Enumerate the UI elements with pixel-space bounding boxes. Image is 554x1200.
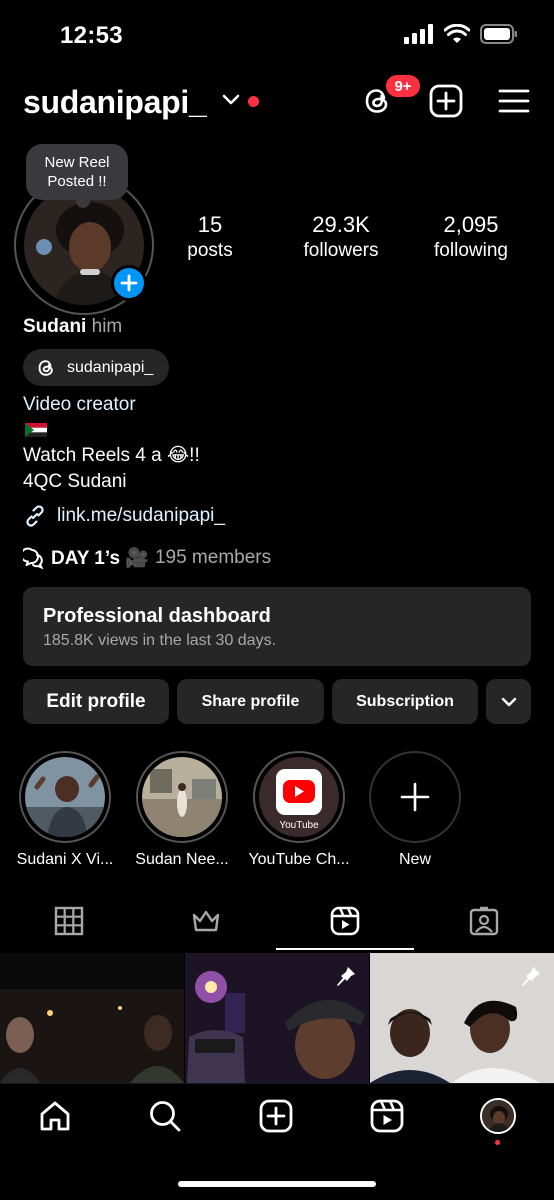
highlight-item[interactable]: YouTube YouTube Ch... bbox=[248, 751, 350, 869]
create-icon[interactable] bbox=[259, 1099, 293, 1133]
reel-thumbnail[interactable] bbox=[0, 953, 184, 1083]
highlight-label: Sudan Nee... bbox=[135, 851, 229, 868]
threads-small-icon bbox=[38, 359, 53, 376]
dashboard-subtitle: 185.8K views in the last 30 days. bbox=[43, 632, 277, 649]
bio-link-text: link.me/sudanipapi_ bbox=[57, 505, 225, 526]
new-highlight[interactable]: New bbox=[369, 751, 461, 869]
note-line-1: New Reel bbox=[44, 154, 110, 171]
note-line-2: Posted !! bbox=[47, 173, 107, 190]
new-highlight-ring bbox=[369, 751, 461, 843]
bio-link[interactable]: link.me/sudanipapi_ bbox=[23, 504, 225, 528]
highlight-ring bbox=[136, 751, 228, 843]
professional-dashboard[interactable]: Professional dashboard 185.8K views in t… bbox=[23, 587, 531, 666]
youtube-highlight-caption: YouTube bbox=[279, 820, 319, 831]
account-username[interactable]: sudanipapi_ bbox=[23, 84, 207, 121]
sudan-flag-emoji bbox=[25, 423, 47, 437]
stat-posts-value: 15 bbox=[197, 212, 223, 237]
profile-category: Video creator bbox=[23, 394, 136, 415]
stat-following-value: 2,095 bbox=[443, 212, 499, 237]
note-tail bbox=[76, 194, 90, 208]
bio-line-4qc: 4QC Sudani bbox=[23, 471, 127, 492]
bio-line-watch: Watch Reels 4 a 😂!! bbox=[23, 445, 200, 466]
grid-tab-icon[interactable] bbox=[54, 906, 84, 936]
highlight-ring: YouTube bbox=[253, 751, 345, 843]
stat-followers-value: 29.3K bbox=[312, 212, 370, 237]
dashboard-title: Professional dashboard bbox=[43, 605, 271, 627]
home-icon[interactable] bbox=[38, 1099, 72, 1133]
link-icon bbox=[26, 505, 44, 527]
highlight-item[interactable]: Sudan Nee... bbox=[135, 751, 229, 869]
highlight-ring bbox=[19, 751, 111, 843]
create-post-icon[interactable] bbox=[429, 84, 463, 118]
edit-profile-button[interactable]: Edit profile bbox=[23, 679, 169, 724]
plus-icon bbox=[400, 782, 430, 812]
suggested-people-button[interactable] bbox=[486, 679, 531, 724]
cellular-signal-icon bbox=[404, 24, 433, 44]
display-name: Sudani bbox=[23, 316, 87, 337]
unread-dot bbox=[248, 96, 259, 107]
highlight-label: Sudani X Vi... bbox=[16, 851, 114, 868]
plus-icon bbox=[120, 274, 138, 292]
channel-name: DAY 1’s 🎥 bbox=[51, 548, 149, 569]
stat-following-label: following bbox=[434, 240, 508, 261]
active-tab-indicator bbox=[276, 948, 414, 950]
add-story-button[interactable] bbox=[111, 265, 147, 301]
highlight-label: YouTube Ch... bbox=[248, 851, 350, 868]
reel-thumbnail-pinned[interactable] bbox=[185, 953, 369, 1083]
stat-followers-label: followers bbox=[303, 240, 379, 261]
new-highlight-label: New bbox=[398, 851, 431, 868]
channel-members: 195 members bbox=[154, 547, 272, 568]
stat-followers[interactable]: 29.3K followers bbox=[281, 212, 401, 262]
chevron-down-icon bbox=[501, 697, 516, 706]
pronouns: him bbox=[91, 316, 123, 337]
status-time: 12:53 bbox=[60, 22, 123, 49]
profile-note[interactable]: New Reel Posted !! bbox=[26, 144, 128, 200]
stat-following[interactable]: 2,095 following bbox=[411, 212, 531, 262]
highlight-cover: YouTube bbox=[259, 757, 339, 837]
stat-posts-label: posts bbox=[187, 240, 233, 261]
highlight-cover bbox=[142, 757, 222, 837]
subscriptions-tab-icon[interactable] bbox=[191, 906, 221, 936]
stat-posts[interactable]: 15 posts bbox=[150, 212, 270, 262]
reel-thumbnail-image bbox=[0, 953, 184, 1083]
threads-handle: sudanipapi_ bbox=[67, 358, 154, 376]
reels-icon[interactable] bbox=[370, 1099, 404, 1133]
share-profile-button[interactable]: Share profile bbox=[177, 679, 324, 724]
highlight-cover bbox=[25, 757, 105, 837]
threads-notification-badge: 9+ bbox=[384, 73, 422, 99]
battery-icon bbox=[480, 24, 517, 44]
profile-activity-dot bbox=[495, 1140, 500, 1145]
tagged-tab-icon[interactable] bbox=[469, 906, 499, 936]
wifi-icon bbox=[444, 24, 470, 43]
reels-tab-icon[interactable] bbox=[330, 906, 360, 936]
search-icon[interactable] bbox=[148, 1099, 182, 1133]
pin-icon bbox=[337, 967, 355, 986]
reel-thumbnail-pinned[interactable] bbox=[370, 953, 554, 1083]
account-switch-chevron-icon[interactable] bbox=[222, 94, 240, 106]
status-icons bbox=[404, 24, 518, 44]
menu-icon[interactable] bbox=[497, 84, 531, 118]
highlight-item[interactable]: Sudani X Vi... bbox=[17, 751, 113, 869]
subscription-button[interactable]: Subscription bbox=[332, 679, 478, 724]
display-name-line: Sudani him bbox=[23, 316, 122, 338]
threads-profile-link[interactable]: sudanipapi_ bbox=[23, 349, 170, 386]
pin-icon bbox=[522, 967, 540, 986]
broadcast-channel[interactable]: DAY 1’s 🎥 195 members bbox=[23, 546, 271, 570]
channel-chat-icon bbox=[23, 547, 44, 569]
home-indicator bbox=[178, 1181, 376, 1187]
profile-nav-avatar[interactable] bbox=[480, 1098, 516, 1134]
